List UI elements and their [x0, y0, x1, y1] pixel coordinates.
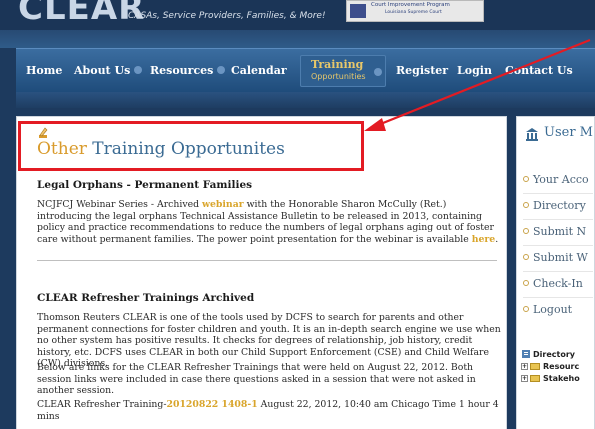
tree-node-resources[interactable]: + Resourc — [521, 362, 579, 371]
tree-node-stakeholders[interactable]: + Stakeho — [521, 374, 580, 383]
nav-home[interactable]: Home — [26, 49, 62, 93]
sidebar-item-directory[interactable]: Directory — [523, 199, 586, 212]
dropdown-arrow-icon — [374, 68, 382, 76]
header-band — [0, 30, 595, 48]
bullet-icon — [523, 280, 529, 286]
sidebar-item-logout[interactable]: Logout — [523, 303, 572, 316]
nav-login-label: Login — [457, 64, 492, 77]
badge-line2: Louisiana Supreme Court — [385, 10, 442, 15]
main-content: Other Training Opportunites Legal Orphan… — [16, 116, 507, 429]
directory-icon — [522, 350, 530, 358]
section-heading-legal-orphans: Legal Orphans - Permanent Families — [37, 179, 253, 191]
refresher-session-link[interactable]: 20120822 1408-1 — [167, 399, 258, 410]
sidebar-separator — [523, 297, 593, 298]
nav-register[interactable]: Register — [396, 49, 448, 93]
site-tagline: CASAs, Service Providers, Families, & Mo… — [128, 11, 326, 21]
para-text: NCJFCJ Webinar Series - Archived — [37, 199, 202, 210]
sidebar-separator — [523, 219, 593, 220]
dropdown-arrow-icon — [217, 66, 226, 74]
nav-lower-band — [16, 92, 595, 108]
annotation-highlight-box — [18, 121, 364, 171]
court-program-badge[interactable]: Court Improvement Program Louisiana Supr… — [346, 0, 484, 22]
sidebar-separator — [523, 245, 593, 246]
nav-training-label: Training — [311, 58, 364, 71]
main-nav: Home About Us Resources Calendar Trainin… — [16, 48, 595, 92]
nav-calendar-label: Calendar — [231, 64, 287, 77]
bullet-icon — [523, 176, 529, 182]
sidebar-item-submit-w[interactable]: Submit W — [523, 251, 588, 264]
nav-training-opportunities[interactable]: Training Opportunities — [300, 55, 386, 87]
sidebar-item-label: Logout — [533, 303, 573, 316]
nav-calendar[interactable]: Calendar — [231, 49, 287, 93]
site-logo[interactable]: CLEAR — [18, 0, 145, 28]
nav-login[interactable]: Login — [457, 49, 492, 93]
sidebar-item-label: Check-In — [533, 277, 583, 290]
nav-about-label: About Us — [74, 64, 131, 77]
folder-icon — [530, 375, 540, 382]
nav-contact-us[interactable]: Contact Us — [505, 49, 573, 93]
para-text: CLEAR Refresher Training- — [37, 399, 167, 410]
nav-training-sublabel: Opportunities — [311, 72, 366, 81]
nav-home-label: Home — [26, 64, 63, 77]
clear-description-paragraph: Thomson Reuters CLEAR is one of the tool… — [37, 312, 501, 369]
bullet-icon — [523, 254, 529, 260]
tree-node-label: Resourc — [543, 362, 580, 371]
webinar-link[interactable]: webinar — [202, 199, 244, 210]
nav-contact-label: Contact Us — [505, 64, 573, 77]
sidebar-item-label: Your Acco — [533, 173, 589, 186]
sidebar-item-check-in[interactable]: Check-In — [523, 277, 583, 290]
powerpoint-here-link[interactable]: here — [472, 234, 496, 245]
dropdown-arrow-icon — [134, 66, 143, 74]
expand-icon[interactable]: + — [521, 363, 528, 370]
badge-line1: Court Improvement Program — [371, 2, 450, 8]
refresher-session-line: CLEAR Refresher Training-20120822 1408-1… — [37, 399, 502, 422]
para-text: . — [495, 233, 499, 245]
site-header: CLEAR CASAs, Service Providers, Families… — [0, 0, 595, 30]
sidebar-title: User M — [544, 125, 593, 140]
bullet-icon — [523, 306, 529, 312]
directory-tree-title[interactable]: Directory — [533, 350, 575, 359]
sidebar-item-label: Submit W — [533, 251, 588, 264]
section-heading-clear-refresher: CLEAR Refresher Trainings Archived — [37, 292, 255, 304]
tree-node-label: Stakeho — [543, 374, 580, 383]
section-divider — [37, 260, 497, 261]
expand-icon[interactable]: + — [521, 375, 528, 382]
sidebar-separator — [523, 271, 593, 272]
nav-about-us[interactable]: About Us — [74, 49, 143, 93]
building-icon — [526, 128, 538, 141]
sidebar-item-label: Submit N — [533, 225, 587, 238]
sidebar-item-submit-n[interactable]: Submit N — [523, 225, 586, 238]
bullet-icon — [523, 228, 529, 234]
legal-orphans-paragraph: NCJFCJ Webinar Series - Archived webinar… — [37, 199, 502, 245]
sidebar-item-label: Directory — [533, 199, 586, 212]
bullet-icon — [523, 202, 529, 208]
user-menu-sidebar: User M Your Acco Directory Submit N Subm… — [516, 116, 595, 429]
nav-register-label: Register — [396, 64, 449, 77]
nav-resources[interactable]: Resources — [150, 49, 226, 93]
folder-icon — [530, 363, 540, 370]
nav-resources-label: Resources — [150, 64, 214, 77]
refresher-links-paragraph: Below are links for the CLEAR Refresher … — [37, 362, 476, 396]
court-emblem-icon — [350, 4, 366, 18]
sidebar-item-your-account[interactable]: Your Acco — [523, 173, 589, 186]
sidebar-separator — [523, 193, 593, 194]
